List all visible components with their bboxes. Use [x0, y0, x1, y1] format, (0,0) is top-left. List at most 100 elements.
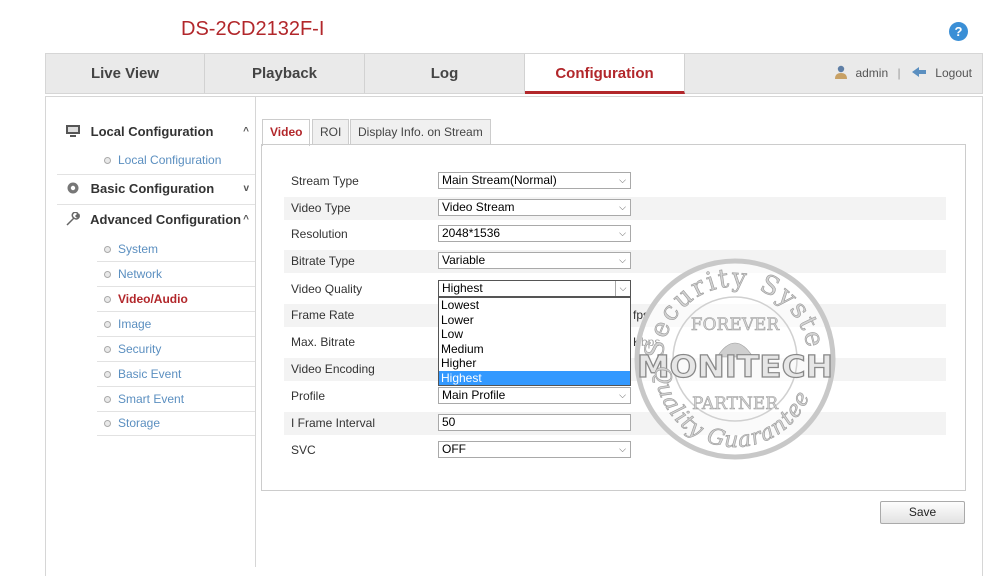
profile-select[interactable]: Main Profile ⌵ [438, 387, 631, 404]
bullet-icon [104, 346, 111, 353]
chevron-down-icon: ⌵ [619, 175, 626, 185]
sidebar-item-label: Video/Audio [118, 292, 188, 306]
sidebar-item-network[interactable]: Network [97, 262, 255, 287]
username-label: admin [855, 66, 889, 80]
bullet-icon [104, 157, 111, 164]
sidebar-item-security[interactable]: Security [97, 337, 255, 362]
save-button[interactable]: Save [880, 501, 965, 524]
tab-video[interactable]: Video [262, 119, 311, 146]
chevron-down-icon: ⌵ [619, 202, 626, 212]
dropdown-option-highest[interactable]: Highest [439, 370, 630, 385]
sidebar-item-label: Local Configuration [118, 153, 222, 167]
chevron-down-icon: ⌵ [619, 228, 626, 238]
chevron-down-icon: ⌵ [619, 390, 626, 400]
frame-rate-label: Frame Rate [291, 308, 355, 322]
nav-tab-log[interactable]: Log [365, 54, 525, 93]
sidebar-section-label: Advanced Configuration [90, 212, 242, 227]
max-bitrate-unit: Kbps [633, 335, 661, 349]
chevron-down-icon[interactable]: v [243, 177, 249, 201]
nav-tab-live-view[interactable]: Live View [46, 54, 205, 93]
select-value: Highest [442, 281, 483, 295]
sidebar-item-basic-event[interactable]: Basic Event [97, 362, 255, 387]
dropdown-option-lower[interactable]: Lower [439, 313, 630, 328]
bullet-icon [104, 420, 111, 427]
video-encoding-label: Video Encoding [291, 362, 375, 376]
sidebar-item-image[interactable]: Image [97, 312, 255, 337]
video-quality-select[interactable]: Highest ⌵ [438, 280, 631, 297]
tab-display-info-on-stream[interactable]: Display Info. on Stream [350, 119, 491, 145]
logout-link[interactable]: Logout [935, 66, 972, 80]
svc-row: SVC OFF ⌵ [284, 439, 946, 462]
svc-label: SVC [291, 443, 316, 457]
sidebar-item-smart-event[interactable]: Smart Event [97, 387, 255, 412]
bullet-icon [104, 246, 111, 253]
bitrate-type-select[interactable]: Variable ⌵ [438, 252, 631, 269]
i-frame-interval-label: I Frame Interval [291, 416, 376, 430]
user-icon [835, 65, 848, 79]
sidebar-item-label: Basic Event [118, 367, 182, 381]
dropdown-option-low[interactable]: Low [439, 327, 630, 342]
sidebar-divider-line [57, 204, 255, 205]
resolution-row: Resolution 2048*1536 ⌵ [284, 223, 946, 246]
svc-select[interactable]: OFF ⌵ [438, 441, 631, 458]
select-value: Variable [442, 253, 486, 267]
sidebar-item-label: Image [118, 317, 152, 331]
frame-rate-unit: fps [633, 308, 650, 322]
wrench-icon [66, 212, 80, 226]
sidebar-item-storage[interactable]: Storage [97, 411, 255, 436]
main-nav-bar: Live View Playback Log Configuration adm… [45, 53, 983, 94]
help-question-icon[interactable]: ? [949, 22, 968, 41]
sidebar-item-label: Smart Event [118, 392, 185, 406]
sidebar-item-label: Network [118, 267, 163, 281]
video-quality-label: Video Quality [291, 282, 363, 296]
chevron-down-icon: ⌵ [619, 444, 626, 454]
chevron-down-icon: ⌵ [619, 255, 626, 265]
sidebar-section-local-configuration[interactable]: Local Configuration ^ [65, 120, 255, 144]
stream-type-select[interactable]: Main Stream(Normal) ⌵ [438, 172, 631, 189]
max-bitrate-label: Max. Bitrate [291, 335, 356, 349]
sidebar-section-advanced-configuration[interactable]: Advanced Configuration ^ [65, 208, 255, 232]
select-value: 2048*1536 [442, 226, 501, 240]
nav-tab-playback[interactable]: Playback [205, 54, 365, 93]
chevron-up-icon[interactable]: ^ [243, 120, 249, 144]
sidebar-item-label: Security [118, 342, 162, 356]
gear-icon [67, 182, 79, 194]
resolution-select[interactable]: 2048*1536 ⌵ [438, 225, 631, 242]
device-title: DS-2CD2132F-I [181, 18, 325, 40]
dropdown-option-lowest[interactable]: Lowest [439, 298, 630, 313]
logout-icon[interactable] [910, 66, 928, 78]
dropdown-option-higher[interactable]: Higher [439, 356, 630, 371]
sidebar-section-label: Basic Configuration [90, 181, 215, 196]
bullet-icon [104, 396, 111, 403]
sidebar-item-label: Storage [118, 416, 161, 430]
dropdown-option-medium[interactable]: Medium [439, 342, 630, 357]
tab-roi[interactable]: ROI [312, 119, 350, 145]
i-frame-interval-input[interactable]: 50 [438, 414, 631, 431]
video-type-row: Video Type Video Stream ⌵ [284, 197, 946, 220]
stream-type-label: Stream Type [291, 174, 359, 188]
sidebar-section-basic-configuration[interactable]: Basic Configuration v [65, 177, 255, 201]
chevron-down-icon: ⌵ [615, 281, 630, 296]
sidebar-item-label: System [118, 242, 159, 256]
bullet-icon [104, 321, 111, 328]
video-type-select[interactable]: Video Stream ⌵ [438, 199, 631, 216]
sidebar-item-video-audio[interactable]: Video/Audio [97, 287, 255, 312]
sidebar-section-label: Local Configuration [90, 124, 214, 139]
chevron-up-icon[interactable]: ^ [243, 208, 249, 232]
profile-label: Profile [291, 389, 326, 403]
bitrate-type-row: Bitrate Type Variable ⌵ [284, 250, 946, 273]
sidebar-divider [255, 97, 256, 567]
profile-row: Profile Main Profile ⌵ [284, 385, 946, 408]
sidebar-item-local-configuration[interactable]: Local Configuration [97, 148, 255, 173]
bullet-icon [104, 371, 111, 378]
sidebar-item-system[interactable]: System [97, 237, 255, 262]
input-value: 50 [442, 415, 456, 429]
video-type-label: Video Type [291, 201, 351, 215]
bullet-icon [104, 271, 111, 278]
monitor-icon [66, 125, 80, 137]
bullet-icon [104, 296, 111, 303]
select-value: Main Stream(Normal) [442, 173, 557, 187]
video-quality-dropdown: Lowest Lower Low Medium Higher Highest [438, 297, 631, 386]
stream-type-row: Stream Type Main Stream(Normal) ⌵ [284, 170, 946, 193]
nav-tab-configuration[interactable]: Configuration [525, 54, 685, 94]
